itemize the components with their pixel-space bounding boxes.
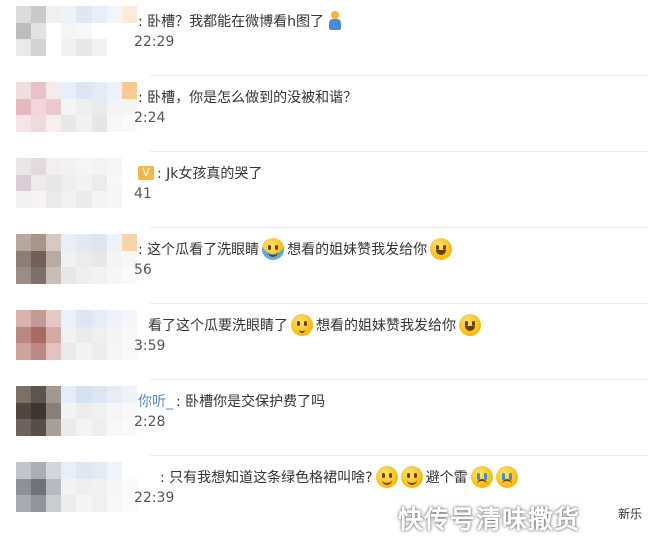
comment-time: 41 — [134, 186, 152, 202]
crying-emoji-icon — [495, 466, 518, 488]
comment-time: 2:24 — [134, 110, 166, 126]
comment-text: 你听_ : 卧槽你是交保护费了吗 — [138, 390, 325, 412]
comment-row: V : Jk女孩真的哭了 41 — [0, 152, 648, 228]
comment-row: : 这个瓜看了洗眼睛 想看的姐妹赞我发给你 56 — [0, 228, 648, 304]
comment-body: : 卧槽？我都能在微博看h图了 — [138, 14, 325, 30]
comment-body: : 卧槽，你是怎么做到的没被和谐？ — [138, 90, 358, 106]
comment-text: : 只有我想知道这条绿色格裙叫啥? 避个雷 — [160, 466, 518, 488]
comment-row: : 卧槽，你是怎么做到的没被和谐？ 2:24 — [0, 76, 648, 152]
comment-body-continued: 想看的姐妹赞我发给你 — [287, 242, 428, 258]
comment-text: V : Jk女孩真的哭了 — [138, 162, 262, 184]
figure-icon — [327, 11, 343, 31]
comment-body: : 只有我想知道这条绿色格裙叫啥? — [160, 470, 373, 486]
pixelated-avatar-and-name — [16, 82, 152, 132]
smile-emoji-icon — [400, 466, 423, 488]
comment-text: : 这个瓜看了洗眼睛 想看的姐妹赞我发给你 — [138, 238, 453, 260]
comment-time: 22:29 — [134, 34, 175, 50]
comment-body: 看了这个瓜要洗眼睛了 — [148, 318, 288, 334]
laugh-cry-emoji-icon — [459, 314, 481, 336]
comment-body-continued: 避个雷 — [425, 470, 468, 486]
pixelated-avatar-and-name — [16, 462, 152, 512]
smile-emoji-icon — [375, 466, 398, 488]
crying-emoji-icon — [470, 466, 493, 488]
comment-body: : Jk女孩真的哭了 — [157, 166, 263, 182]
pixelated-avatar-and-name — [16, 6, 152, 56]
comment-body: : 这个瓜看了洗眼睛 — [138, 242, 260, 258]
comment-time: 22:39 — [134, 490, 175, 506]
comment-row: 看了这个瓜要洗眼睛了 想看的姐妹赞我发给你 3:59 — [0, 304, 648, 380]
comment-body-continued: 想看的姐妹赞我发给你 — [316, 318, 456, 334]
pixelated-avatar-and-name — [16, 234, 152, 284]
comment-text: : 卧槽？我都能在微博看h图了 — [138, 10, 343, 32]
comment-time: 3:59 — [134, 338, 166, 354]
comment-body: : 卧槽你是交保护费了吗 — [176, 394, 326, 410]
comment-time: 56 — [134, 262, 152, 278]
comment-row: 你听_ : 卧槽你是交保护费了吗 2:28 — [0, 380, 648, 456]
comment-text: : 卧槽，你是怎么做到的没被和谐？ — [138, 86, 357, 108]
comment-text: 看了这个瓜要洗眼睛了 想看的姐妹赞我发给你 — [148, 314, 481, 336]
comment-time: 2:28 — [134, 414, 166, 430]
username-fragment[interactable]: 你听_ — [138, 391, 173, 411]
edge-text: 新乐 — [618, 507, 643, 521]
wash-eyes-emoji-icon — [262, 238, 285, 260]
pixelated-avatar-and-name — [16, 310, 152, 360]
watermark-text: 快传号清味撒货 — [398, 505, 581, 534]
thinking-emoji-icon — [291, 314, 313, 336]
pixelated-avatar-and-name — [16, 158, 152, 208]
laugh-cry-emoji-icon — [430, 238, 453, 260]
comment-row: : 卧槽？我都能在微博看h图了 22:29 — [0, 0, 648, 76]
verified-badge: V — [138, 166, 154, 180]
pixelated-avatar-and-name — [16, 386, 152, 436]
